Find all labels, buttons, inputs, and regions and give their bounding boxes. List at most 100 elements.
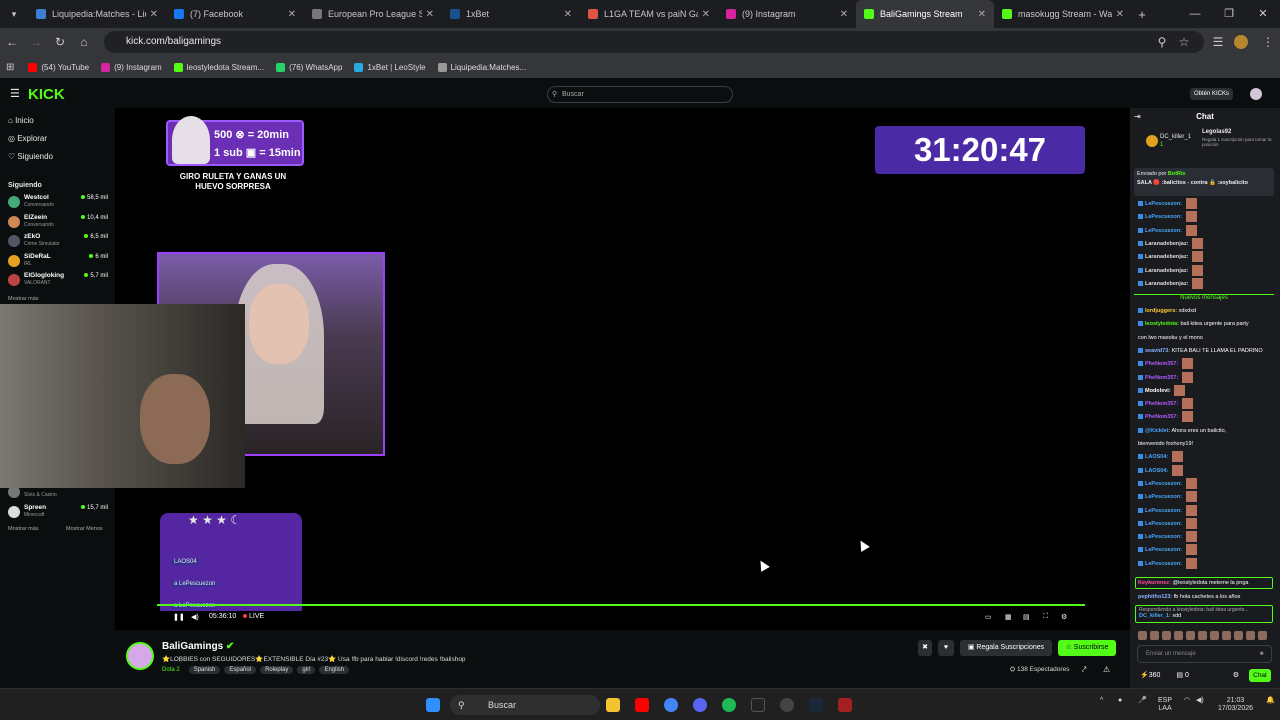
- browser-tab[interactable]: (9) Instagram ✕: [718, 0, 856, 28]
- speaker-icon[interactable]: ◀): [1196, 697, 1204, 705]
- chat-username[interactable]: LePescuezon:: [1145, 561, 1182, 567]
- followed-channel[interactable]: ElGlogloking VALORANT 5,7 mil: [8, 272, 108, 290]
- spotify-icon[interactable]: [722, 698, 736, 712]
- close-tab-icon[interactable]: ✕: [1116, 9, 1124, 20]
- dota-icon[interactable]: [838, 698, 852, 712]
- chat-username[interactable]: LePescuezon:: [1145, 494, 1182, 500]
- points-count[interactable]: 360: [1149, 672, 1161, 679]
- follow-button[interactable]: ♥: [938, 640, 954, 656]
- minimize-icon[interactable]: —: [1178, 0, 1212, 28]
- send-chat-button[interactable]: Chat: [1249, 669, 1271, 682]
- chat-username[interactable]: Keykuronez:: [1138, 580, 1171, 586]
- chrome-menu-icon[interactable]: ⋮: [1256, 35, 1280, 49]
- chat-username[interactable]: PheNom357:: [1145, 401, 1178, 407]
- close-window-icon[interactable]: ✕: [1246, 0, 1280, 28]
- back-icon[interactable]: ←: [0, 35, 24, 49]
- stream-progress-bar[interactable]: [157, 604, 1085, 606]
- close-tab-icon[interactable]: ✕: [150, 9, 158, 20]
- search-input[interactable]: ⚲ Buscar: [547, 86, 733, 103]
- settings-gear-icon[interactable]: ⚙: [1061, 613, 1067, 621]
- notifications-icon[interactable]: 🔔: [1266, 697, 1275, 705]
- fullscreen-icon[interactable]: ⛶: [1043, 613, 1048, 621]
- tag[interactable]: Roleplay: [260, 666, 294, 674]
- chrome-icon[interactable]: [664, 698, 678, 712]
- chat-username[interactable]: Laranadebenjaz:: [1145, 268, 1188, 274]
- tab-search-button[interactable]: ▾: [0, 0, 28, 28]
- close-tab-icon[interactable]: ✕: [978, 9, 986, 20]
- chat-username[interactable]: PheNom357:: [1145, 414, 1178, 420]
- bookmark-item[interactable]: leostyledota Stream...: [173, 62, 264, 72]
- pip-icon[interactable]: ▤: [1023, 613, 1030, 621]
- chat-username[interactable]: LePescuezon:: [1145, 481, 1182, 487]
- bookmark-item[interactable]: (76) WhatsApp: [276, 62, 342, 72]
- tag[interactable]: girl: [297, 666, 316, 674]
- chat-username[interactable]: lordjuggers:: [1145, 308, 1177, 314]
- theater-icon[interactable]: ▦: [1005, 613, 1012, 621]
- new-tab-button[interactable]: +: [1132, 7, 1152, 22]
- chat-username[interactable]: LePescuezon:: [1145, 547, 1182, 553]
- youtube-icon[interactable]: [635, 698, 649, 712]
- bookmark-item[interactable]: (9) Instagram: [101, 62, 162, 72]
- chat-username[interactable]: LePescuezon:: [1145, 201, 1182, 207]
- kicks-count[interactable]: 0: [1185, 672, 1189, 679]
- chat-username[interactable]: Laranadebenjaz:: [1145, 281, 1188, 287]
- chat-input[interactable]: Enviar un mensaje ☻: [1137, 645, 1272, 663]
- chat-username[interactable]: LePescuezon:: [1145, 521, 1182, 527]
- user-avatar[interactable]: [1250, 88, 1262, 100]
- tag[interactable]: Español: [224, 666, 257, 674]
- followed-channel[interactable]: Westcol Conversando 58,5 mil: [8, 194, 108, 212]
- nav-siguiendo[interactable]: ♡ Siguiendo: [8, 152, 53, 161]
- show-more-link[interactable]: Mostrar más: [8, 296, 39, 302]
- url-field[interactable]: kick.com/baligamings: [104, 31, 1204, 53]
- channel-name[interactable]: BaliGamings ✔: [162, 641, 234, 652]
- chat-username[interactable]: DC_killer_1:: [1139, 613, 1171, 619]
- chat-username[interactable]: @Kicklet:: [1145, 428, 1170, 434]
- restore-icon[interactable]: ❐: [1212, 0, 1246, 28]
- report-icon[interactable]: ⚠: [1103, 665, 1110, 674]
- reading-list-icon[interactable]: ☰: [1206, 35, 1230, 49]
- tag[interactable]: Spanish: [188, 666, 221, 674]
- zoom-icon[interactable]: ⚲: [1150, 35, 1174, 49]
- file-explorer-icon[interactable]: [606, 698, 620, 712]
- close-tab-icon[interactable]: ✕: [564, 9, 572, 20]
- pause-icon[interactable]: ❚❚: [173, 613, 185, 621]
- followed-channel[interactable]: SiDeRaL IRL 6 mil: [8, 253, 108, 271]
- clock[interactable]: 21:03 17/03/2026: [1218, 697, 1253, 713]
- browser-tab[interactable]: Liquipedia:Matches - Liqu ✕: [28, 0, 166, 28]
- browser-tab[interactable]: European Pro League Sea ✕: [304, 0, 442, 28]
- bookmark-item[interactable]: 1xBet | LeoStyle: [354, 62, 426, 72]
- tray-chevron-icon[interactable]: ^: [1100, 697, 1103, 705]
- terminal-icon[interactable]: [751, 698, 765, 712]
- browser-tab[interactable]: BaliGamings Stream ✕: [856, 0, 994, 28]
- windows-start-icon[interactable]: [426, 698, 440, 712]
- microphone-icon[interactable]: 🎤: [1138, 697, 1147, 705]
- home-icon[interactable]: ⌂: [72, 35, 96, 49]
- followed-channel[interactable]: zEkO Crime Simulator 6,5 mil: [8, 233, 108, 251]
- chat-username[interactable]: LePescuezon:: [1145, 508, 1182, 514]
- browser-tab[interactable]: (7) Facebook ✕: [166, 0, 304, 28]
- chat-username[interactable]: PheNom357:: [1145, 361, 1178, 367]
- chat-username[interactable]: leostyledota:: [1145, 321, 1179, 327]
- chat-username[interactable]: LAOS04:: [1145, 454, 1168, 460]
- browser-tab[interactable]: L1GA TEAM vs paiN Gami ✕: [580, 0, 718, 28]
- obs-icon[interactable]: [780, 698, 794, 712]
- close-tab-icon[interactable]: ✕: [840, 9, 848, 20]
- nav-inicio[interactable]: ⌂ Inicio: [8, 116, 34, 125]
- wifi-icon[interactable]: ◠: [1184, 697, 1190, 705]
- pinned-message[interactable]: Enviado por BotRix SALA 🔴 :balicitos - c…: [1134, 168, 1274, 196]
- volume-icon[interactable]: ◀): [191, 613, 199, 621]
- share-icon[interactable]: ⤤: [1082, 665, 1087, 675]
- chat-username[interactable]: PheNom357:: [1145, 375, 1178, 381]
- chat-username[interactable]: pephitho123:: [1138, 594, 1172, 600]
- gift-subs-button[interactable]: ▣ Regala Suscripciones: [960, 640, 1052, 656]
- steam-icon[interactable]: [809, 698, 823, 712]
- get-kicks-button[interactable]: Obtén KICKs: [1190, 88, 1234, 100]
- chat-username[interactable]: LePescuezon:: [1145, 214, 1182, 220]
- chat-settings-icon[interactable]: ⚙: [1233, 672, 1239, 679]
- clip-icon[interactable]: ▭: [985, 613, 992, 621]
- chat-username[interactable]: seavid73:: [1145, 348, 1170, 354]
- chat-username[interactable]: Laranadebenjaz:: [1145, 241, 1188, 247]
- profile-avatar[interactable]: [1234, 35, 1248, 49]
- show-more-link-lower[interactable]: Mostrar más: [8, 526, 39, 532]
- bookmark-item[interactable]: Liquipedia:Matches...: [437, 62, 526, 72]
